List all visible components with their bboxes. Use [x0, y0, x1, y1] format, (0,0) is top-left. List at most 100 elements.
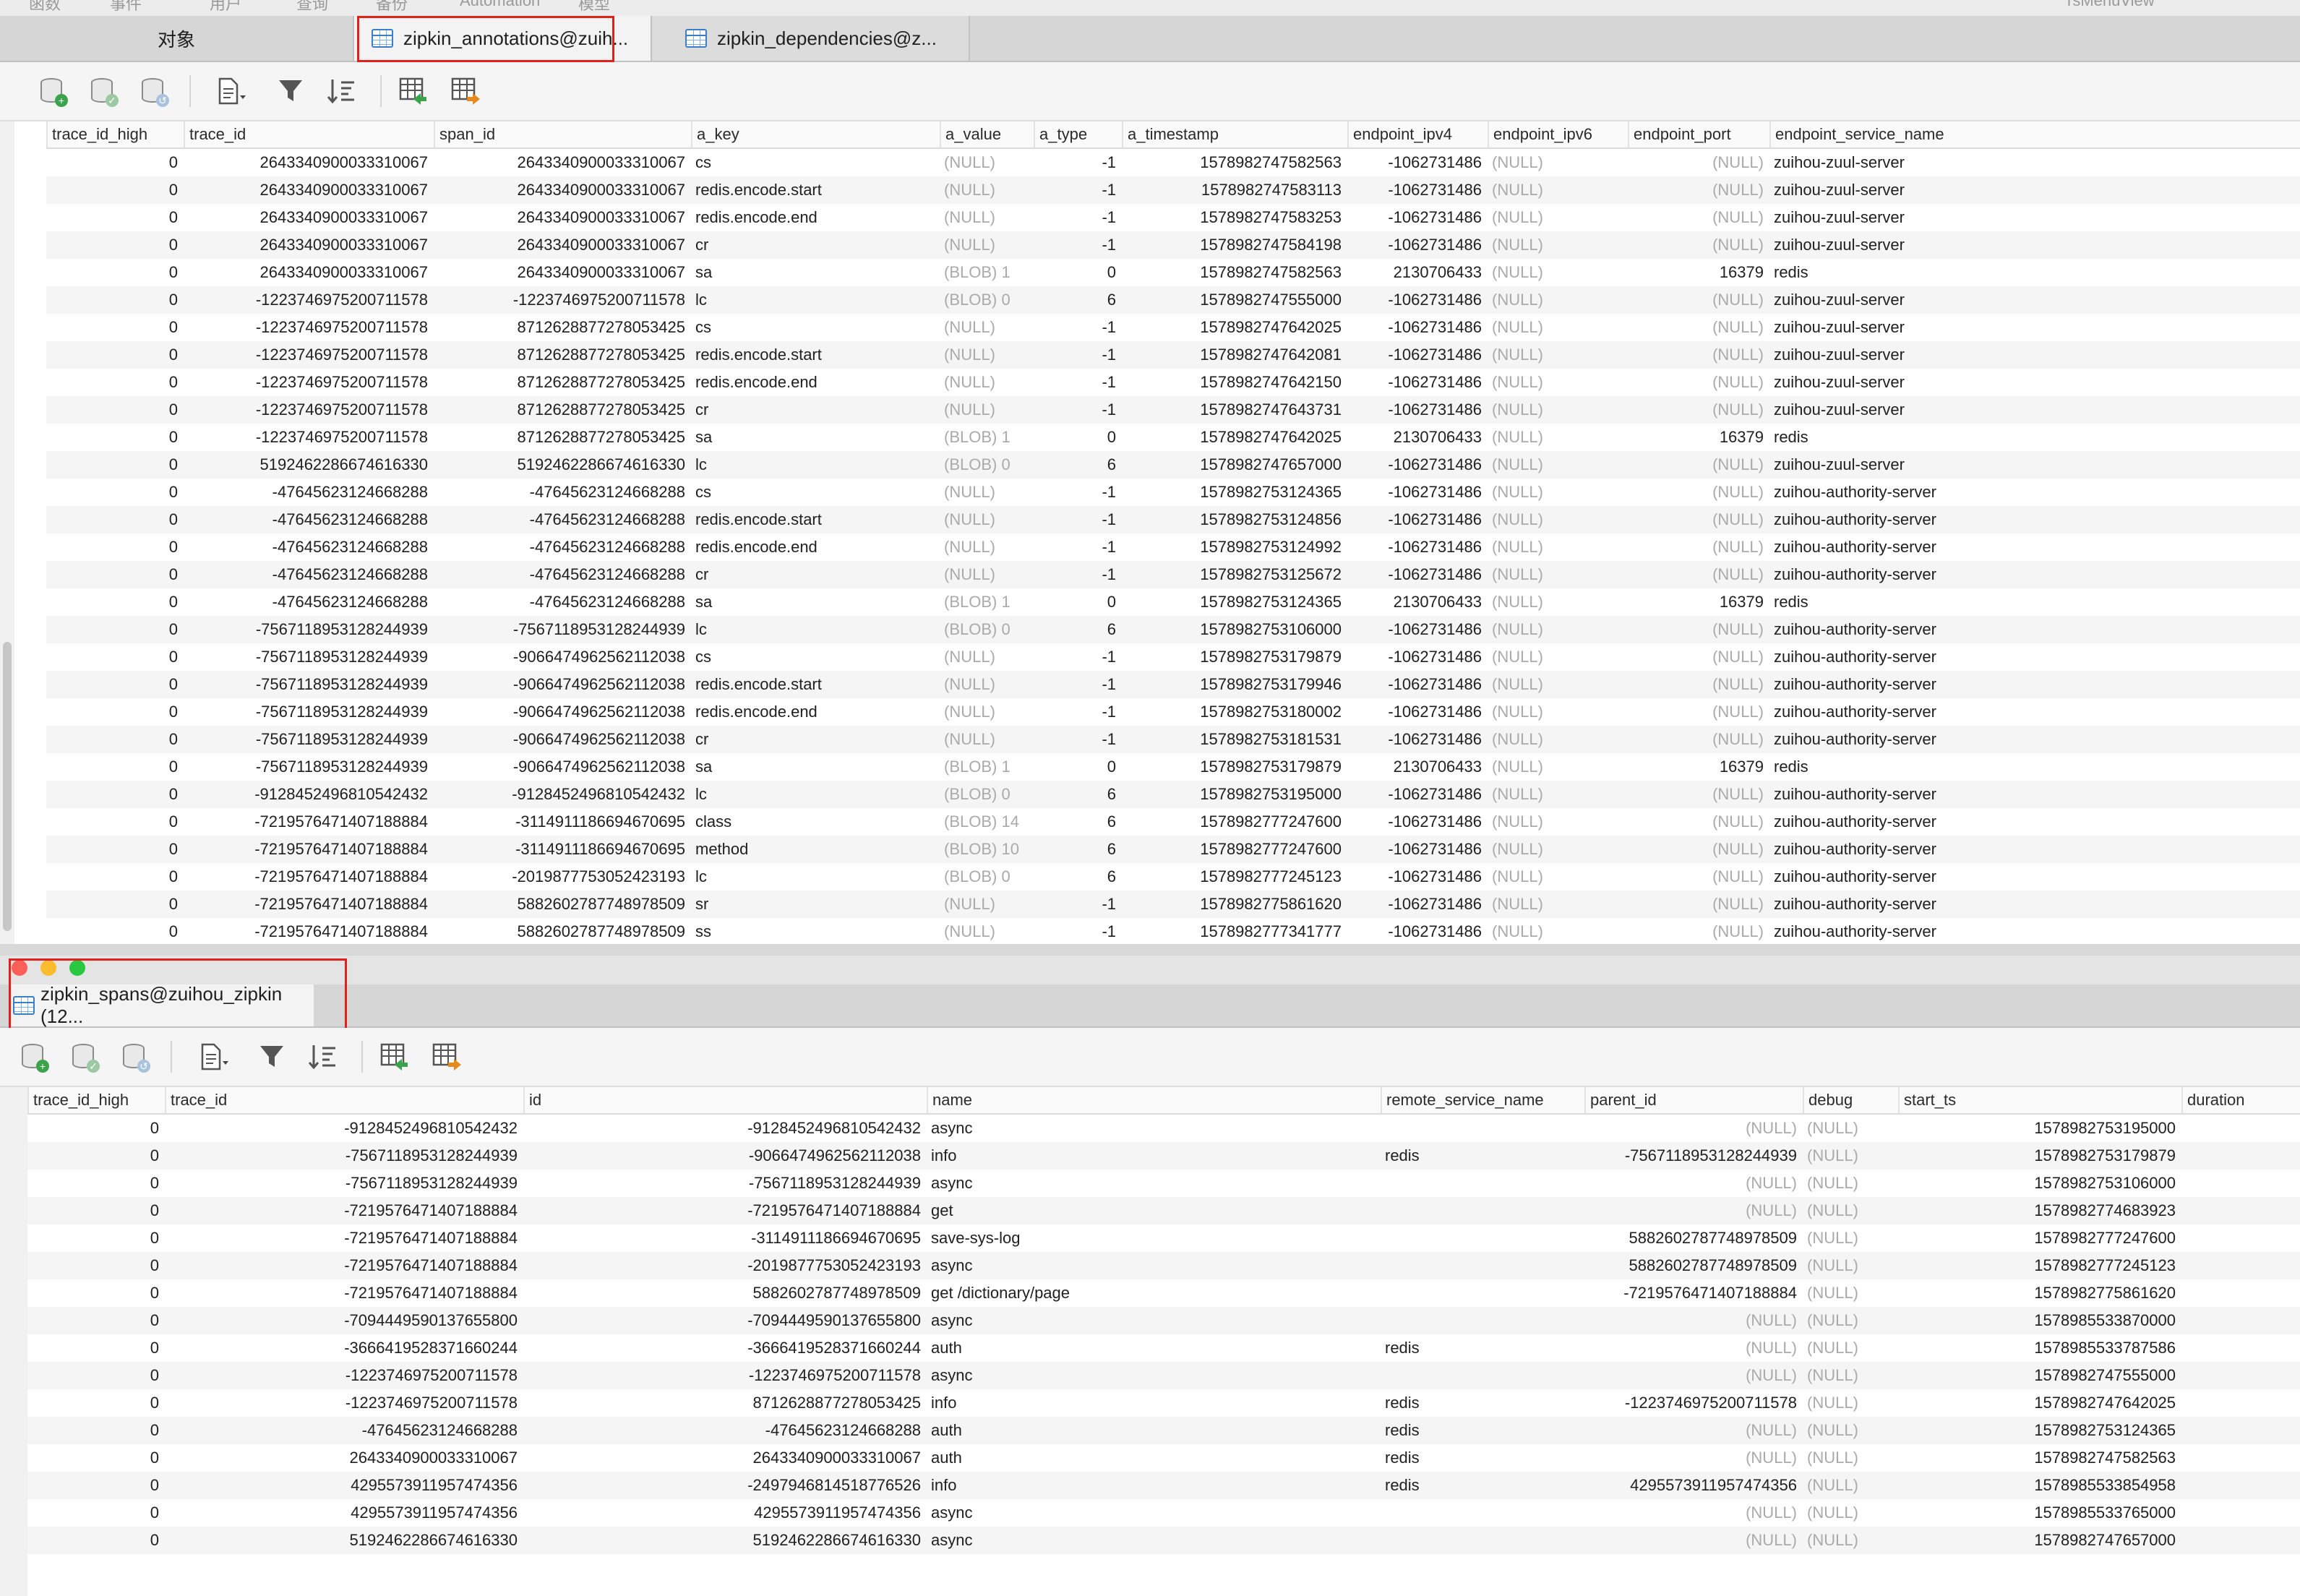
cell-endpoint-ipv6[interactable]: (NULL)	[1488, 836, 1628, 863]
cell-endpoint-service-name[interactable]: zuihou-zuul-server	[1769, 204, 1988, 231]
cell-a-type[interactable]: -1	[1034, 204, 1122, 231]
cell-trace-id-high[interactable]: 0	[27, 1472, 165, 1499]
cell-trace-id[interactable]: -47645623124668288	[165, 1417, 523, 1444]
cell-endpoint-ipv4[interactable]: -1062731486	[1347, 204, 1488, 231]
column-header-a-type[interactable]: a_type	[1034, 121, 1122, 147]
cell-a-value[interactable]: (NULL)	[940, 698, 1034, 726]
cell-trace-id[interactable]: -7219576471407188884	[165, 1279, 523, 1307]
table-row[interactable]: 0 2643340900033310067 2643340900033310067 r…	[46, 204, 2300, 231]
cell-endpoint-port[interactable]: (NULL)	[1628, 561, 1769, 588]
cell-duration[interactable]	[2181, 1279, 2300, 1307]
cell-endpoint-service-name[interactable]: zuihou-authority-server	[1769, 808, 1988, 836]
cell-endpoint-ipv6[interactable]: (NULL)	[1488, 341, 1628, 369]
cell-trace-id-high[interactable]: 0	[46, 808, 184, 836]
cell-trace-id-high[interactable]: 0	[46, 396, 184, 424]
cell-trace-id-high[interactable]: 0	[46, 753, 184, 781]
cell-trace-id[interactable]: -7567118953128244939	[184, 671, 434, 698]
cell-endpoint-service-name[interactable]: zuihou-zuul-server	[1769, 231, 1988, 259]
cell-a-timestamp[interactable]: 1578982753125672	[1122, 561, 1347, 588]
cell-span-id[interactable]: -9066474962562112038	[434, 726, 691, 753]
table-row[interactable]: 0 -47645623124668288 -47645623124668288 cs(…	[46, 479, 2300, 506]
filter-button[interactable]	[254, 1039, 289, 1074]
cell-a-key[interactable]: redis.encode.end	[691, 369, 940, 396]
cell-endpoint-ipv4[interactable]: -1062731486	[1347, 918, 1488, 945]
menu-item-automation[interactable]: Automation	[460, 0, 540, 10]
cell-trace-id[interactable]: 2643340900033310067	[184, 176, 434, 204]
cell-a-key[interactable]: redis.encode.end	[691, 204, 940, 231]
cell-trace-id[interactable]: 4295573911957474356	[165, 1472, 523, 1499]
cell-a-value[interactable]: (NULL)	[940, 369, 1034, 396]
cell-endpoint-service-name[interactable]: redis	[1769, 424, 1988, 451]
cell-a-timestamp[interactable]: 1578982747583253	[1122, 204, 1347, 231]
cell-endpoint-ipv6[interactable]: (NULL)	[1488, 671, 1628, 698]
cell-debug[interactable]: (NULL)	[1803, 1417, 1898, 1444]
cell-endpoint-ipv6[interactable]: (NULL)	[1488, 726, 1628, 753]
commit-button[interactable]: ✓	[85, 74, 120, 108]
cell-endpoint-ipv6[interactable]: (NULL)	[1488, 369, 1628, 396]
cell-endpoint-service-name[interactable]: zuihou-zuul-server	[1769, 369, 1988, 396]
cell-name[interactable]: info	[927, 1389, 1381, 1417]
cell-trace-id-high[interactable]: 0	[46, 424, 184, 451]
table-row[interactable]: 0 -7567118953128244939 -756711895312824493…	[46, 616, 2300, 643]
cell-endpoint-ipv4[interactable]: 2130706433	[1347, 753, 1488, 781]
cell-endpoint-port[interactable]: (NULL)	[1628, 149, 1769, 176]
cell-endpoint-ipv4[interactable]: -1062731486	[1347, 451, 1488, 479]
cell-span-id[interactable]: 8712628877278053425	[434, 424, 691, 451]
cell-span-id[interactable]: -47645623124668288	[434, 561, 691, 588]
cell-a-value[interactable]: (BLOB) 1	[940, 259, 1034, 286]
cell-endpoint-ipv6[interactable]: (NULL)	[1488, 808, 1628, 836]
cell-a-value[interactable]: (BLOB) 14	[940, 808, 1034, 836]
cell-start-ts[interactable]: 1578982774683923	[1898, 1197, 2181, 1224]
cell-name[interactable]: auth	[927, 1417, 1381, 1444]
cell-a-type[interactable]: 6	[1034, 781, 1122, 808]
cell-a-timestamp[interactable]: 1578982747582563	[1122, 149, 1347, 176]
cell-name[interactable]: async	[927, 1307, 1381, 1334]
cell-parent-id[interactable]: (NULL)	[1584, 1197, 1803, 1224]
cell-trace-id-high[interactable]: 0	[46, 836, 184, 863]
cell-a-value[interactable]: (BLOB) 0	[940, 781, 1034, 808]
cell-name[interactable]: async	[927, 1252, 1381, 1279]
cell-duration[interactable]	[2181, 1197, 2300, 1224]
cell-start-ts[interactable]: 1578982777247600	[1898, 1224, 2181, 1252]
table-row[interactable]: 0 -1223746975200711578 8712628877278053425…	[46, 341, 2300, 369]
cell-trace-id[interactable]: -47645623124668288	[184, 533, 434, 561]
cell-endpoint-service-name[interactable]: redis	[1769, 588, 1988, 616]
tab-zipkin-spans[interactable]: zipkin_spans@zuihou_zipkin (12...	[10, 983, 314, 1027]
cell-a-key[interactable]: cr	[691, 396, 940, 424]
table-row[interactable]: 0 -47645623124668288 -47645623124668288 red…	[46, 506, 2300, 533]
table-row[interactable]: 0 -1223746975200711578 -122374697520071157…	[46, 286, 2300, 314]
cell-id[interactable]: -3114911186694670695	[523, 1224, 927, 1252]
table-row[interactable]: 0 -7094449590137655800 -709444959013765580…	[27, 1307, 2300, 1334]
cell-a-value[interactable]: (NULL)	[940, 341, 1034, 369]
cell-trace-id[interactable]: -7219576471407188884	[165, 1197, 523, 1224]
cell-span-id[interactable]: 8712628877278053425	[434, 341, 691, 369]
cell-trace-id-high[interactable]: 0	[27, 1417, 165, 1444]
cell-duration[interactable]	[2181, 1362, 2300, 1389]
cell-a-value[interactable]: (BLOB) 0	[940, 616, 1034, 643]
commit-button[interactable]: ✓	[66, 1039, 101, 1074]
export-button[interactable]	[429, 1039, 464, 1074]
cell-trace-id-high[interactable]: 0	[27, 1334, 165, 1362]
table-row[interactable]: 0 -7219576471407188884 5882602787748978509…	[46, 891, 2300, 918]
table-row[interactable]: 0 2643340900033310067 2643340900033310067 s…	[46, 259, 2300, 286]
table-row[interactable]: 0 -7219576471407188884 5882602787748978509…	[46, 918, 2300, 945]
menu-item-backup[interactable]: 备份	[376, 0, 408, 14]
cell-span-id[interactable]: 8712628877278053425	[434, 314, 691, 341]
cell-debug[interactable]: (NULL)	[1803, 1472, 1898, 1499]
cell-name[interactable]: async	[927, 1527, 1381, 1554]
table-row[interactable]: 0 -47645623124668288 -47645623124668288 aut…	[27, 1417, 2300, 1444]
cell-debug[interactable]: (NULL)	[1803, 1334, 1898, 1362]
cell-trace-id[interactable]: -47645623124668288	[184, 588, 434, 616]
cell-endpoint-ipv4[interactable]: -1062731486	[1347, 369, 1488, 396]
cell-a-value[interactable]: (NULL)	[940, 314, 1034, 341]
cell-a-value[interactable]: (NULL)	[940, 671, 1034, 698]
table-row[interactable]: 0 -47645623124668288 -47645623124668288 red…	[46, 533, 2300, 561]
cell-a-value[interactable]: (NULL)	[940, 176, 1034, 204]
cell-a-key[interactable]: cr	[691, 561, 940, 588]
cell-endpoint-service-name[interactable]: zuihou-authority-server	[1769, 479, 1988, 506]
cell-a-key[interactable]: redis.encode.start	[691, 176, 940, 204]
cell-span-id[interactable]: -47645623124668288	[434, 479, 691, 506]
cell-trace-id[interactable]: -7567118953128244939	[184, 698, 434, 726]
cell-a-key[interactable]: method	[691, 836, 940, 863]
cell-endpoint-service-name[interactable]: zuihou-authority-server	[1769, 561, 1988, 588]
